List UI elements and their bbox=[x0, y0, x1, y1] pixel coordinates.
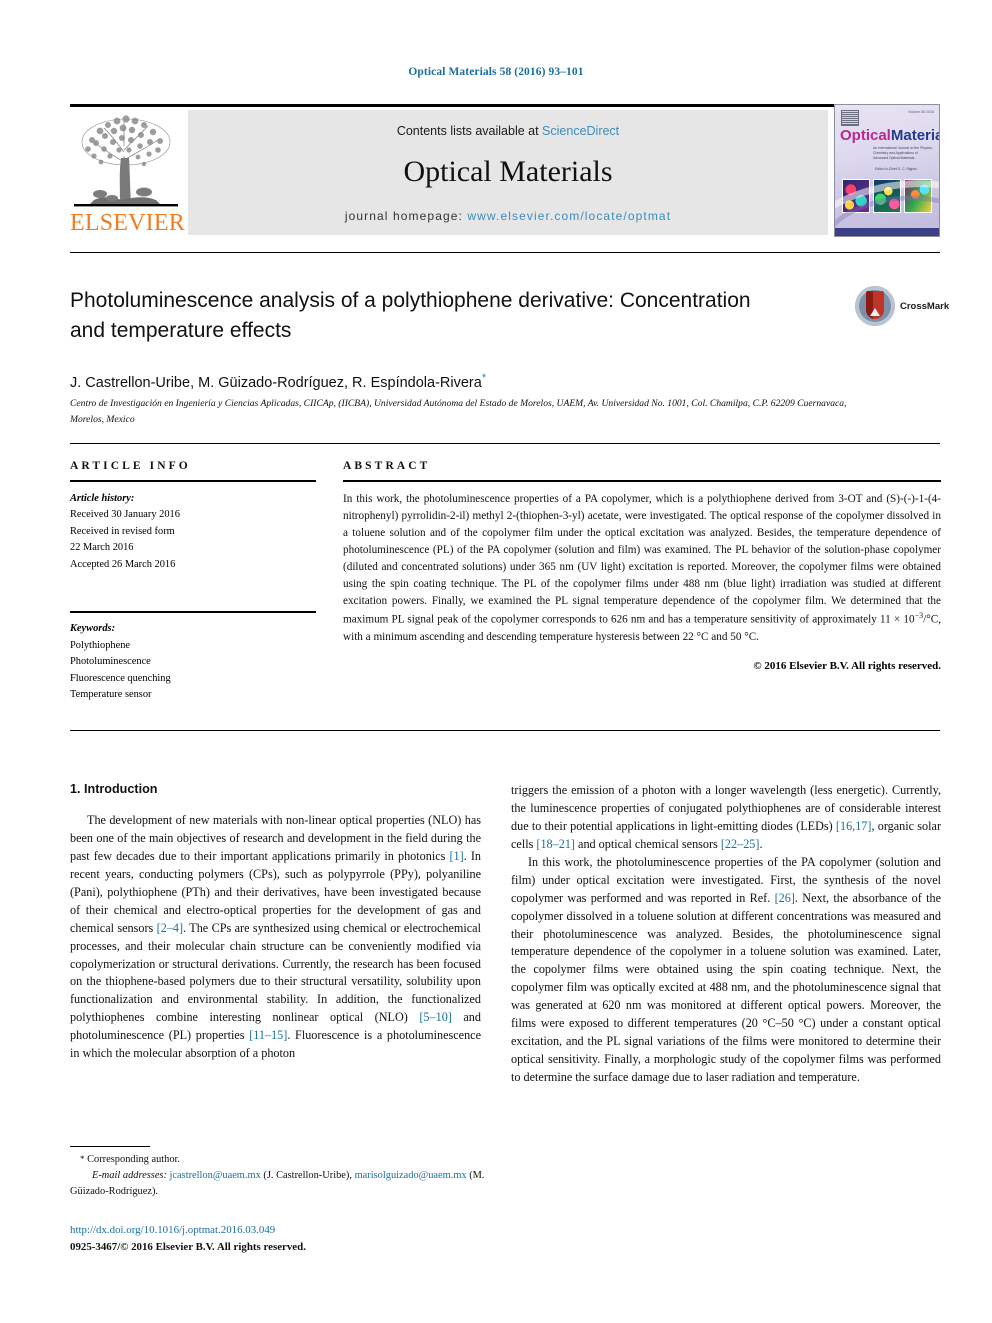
citation-ref-4[interactable]: [11–15] bbox=[249, 1028, 287, 1042]
info-block-top-rule bbox=[70, 443, 940, 444]
crossmark-badge[interactable]: CrossMark bbox=[855, 286, 949, 328]
elsevier-wordmark: ELSEVIER bbox=[70, 210, 185, 236]
keywords-label: Keywords: bbox=[70, 623, 116, 635]
crossmark-label: CrossMark bbox=[900, 301, 950, 312]
abstract-exponent: −3 bbox=[914, 611, 924, 621]
intro-p1-a: The development of new materials with no… bbox=[70, 813, 481, 863]
contents-available-line: Contents lists available at ScienceDirec… bbox=[188, 124, 828, 138]
cover-issue-label: Volume 58 2016 bbox=[908, 110, 934, 114]
citation-ref-8[interactable]: [26] bbox=[775, 891, 795, 905]
cover-bottom-bar bbox=[835, 228, 939, 236]
keywords-list: Polythiophene Photoluminescence Fluoresc… bbox=[70, 639, 171, 700]
journal-masthead: ELSEVIER Contents lists available at Sci… bbox=[70, 104, 940, 237]
crossmark-ring-icon bbox=[855, 286, 895, 326]
abstract-column: ABSTRACT In this work, the photoluminesc… bbox=[343, 460, 941, 672]
email-link-2[interactable]: marisolguizado@uaem.mx bbox=[355, 1170, 467, 1181]
intro-p1-cont-c: and optical chemical sensors bbox=[574, 836, 721, 851]
masthead-top-rule bbox=[70, 104, 940, 107]
intro-paragraph-2: In this work, the photoluminescence prop… bbox=[511, 854, 941, 1087]
running-head: Optical Materials 58 (2016) 93–101 bbox=[408, 66, 584, 78]
footnote-block: * Corresponding author. E-mail addresses… bbox=[70, 1152, 485, 1200]
intro-p2-b: . Next, the absorbance of the copolymer … bbox=[511, 890, 942, 1084]
footer-doi-block: http://dx.doi.org/10.1016/j.optmat.2016.… bbox=[70, 1222, 500, 1256]
abstract-copyright: © 2016 Elsevier B.V. All rights reserved… bbox=[753, 659, 941, 672]
intro-paragraph-1: The development of new materials with no… bbox=[70, 812, 481, 1063]
elsevier-logo: ELSEVIER bbox=[70, 110, 185, 236]
keywords-block: Keywords: Polythiophene Photoluminescenc… bbox=[70, 621, 316, 703]
footnote-email-label: E-mail addresses: bbox=[92, 1170, 167, 1182]
abstract-main: In this work, the photoluminescence prop… bbox=[343, 493, 941, 626]
cover-title: OpticalMaterials bbox=[840, 127, 939, 144]
issn-copyright-line: 0925-3467/© 2016 Elsevier B.V. All right… bbox=[70, 1240, 306, 1253]
abstract-bottom-rule bbox=[70, 730, 940, 731]
citation-ref-1[interactable]: [1] bbox=[449, 849, 463, 863]
section-heading-introduction: 1. Introduction bbox=[70, 782, 158, 796]
cover-title-b: Materials bbox=[890, 127, 939, 144]
doi-link[interactable]: http://dx.doi.org/10.1016/j.optmat.2016.… bbox=[70, 1224, 275, 1236]
abstract-rule bbox=[343, 480, 941, 482]
intro-p1-cont-d: . bbox=[759, 836, 763, 851]
article-history-label: Article history: bbox=[70, 493, 135, 504]
page-title: Photoluminescence analysis of a polythio… bbox=[70, 289, 751, 342]
footnote-corresponding-author: Corresponding author. bbox=[84, 1154, 181, 1165]
body-column-left: 1. Introduction The development of new m… bbox=[70, 782, 481, 1063]
homepage-url-link[interactable]: www.elsevier.com/locate/optmat bbox=[467, 209, 671, 223]
journal-homepage-line: journal homepage: www.elsevier.com/locat… bbox=[188, 209, 828, 223]
article-history-dates: Received 30 January 2016 Received in rev… bbox=[70, 509, 180, 570]
contents-prefix: Contents lists available at bbox=[396, 124, 543, 138]
cover-elsevier-mark-icon bbox=[841, 110, 859, 126]
sciencedirect-link[interactable]: ScienceDirect bbox=[542, 124, 619, 138]
article-history-block: Article history: Received 30 January 201… bbox=[70, 491, 316, 573]
affiliation: Centro de Investigación en Ingeniería y … bbox=[70, 398, 847, 425]
email-link-1[interactable]: jcastrellon@uaem.mx bbox=[170, 1170, 261, 1181]
intro-p1-c: . The CPs are synthesized using chemical… bbox=[70, 920, 481, 1025]
author-list: J. Castrellon-Uribe, M. Güizado-Rodrígue… bbox=[70, 372, 870, 391]
elsevier-tree-icon bbox=[74, 115, 178, 207]
citation-ref-5[interactable]: [16,17] bbox=[836, 819, 872, 833]
citation-ref-3[interactable]: [5–10] bbox=[419, 1010, 452, 1024]
crossmark-arrow-icon bbox=[870, 308, 880, 316]
cover-editor: Editor-in-Chief G. C. Righini bbox=[875, 167, 917, 171]
keywords-rule bbox=[70, 611, 316, 614]
citation-ref-6[interactable]: [18–21] bbox=[536, 837, 575, 851]
citation-ref-2[interactable]: [2–4] bbox=[157, 921, 183, 935]
journal-title: Optical Materials bbox=[403, 155, 613, 188]
author-names: J. Castrellon-Uribe, M. Güizado-Rodrígue… bbox=[70, 374, 482, 391]
footnote-rule bbox=[70, 1146, 150, 1147]
article-info-rule bbox=[70, 480, 316, 482]
homepage-prefix: journal homepage: bbox=[344, 209, 468, 223]
cover-title-a: Optical bbox=[840, 127, 891, 144]
abstract-text: In this work, the photoluminescence prop… bbox=[343, 491, 941, 646]
article-info-column: ARTICLE INFO Article history: Received 3… bbox=[70, 460, 316, 703]
email-owner-1: (J. Castrellon-Uribe), bbox=[263, 1170, 352, 1182]
cover-subtitle: An International Journal on the Physics,… bbox=[873, 146, 933, 161]
article-info-heading: ARTICLE INFO bbox=[70, 460, 191, 472]
intro-paragraph-1-continued: triggers the emission of a photon with a… bbox=[511, 782, 941, 854]
body-column-right: triggers the emission of a photon with a… bbox=[511, 782, 941, 1087]
corresponding-author-marker: * bbox=[481, 372, 487, 384]
title-block-top-rule bbox=[70, 252, 940, 253]
journal-cover-thumbnail: Volume 58 2016 OpticalMaterials An Inter… bbox=[834, 104, 940, 237]
paper-page: Optical Materials 58 (2016) 93–101 ELSEV… bbox=[0, 0, 992, 1323]
citation-ref-7[interactable]: [22–25] bbox=[721, 837, 760, 851]
masthead-center-band: Contents lists available at ScienceDirec… bbox=[188, 110, 828, 235]
abstract-heading: ABSTRACT bbox=[343, 460, 431, 472]
